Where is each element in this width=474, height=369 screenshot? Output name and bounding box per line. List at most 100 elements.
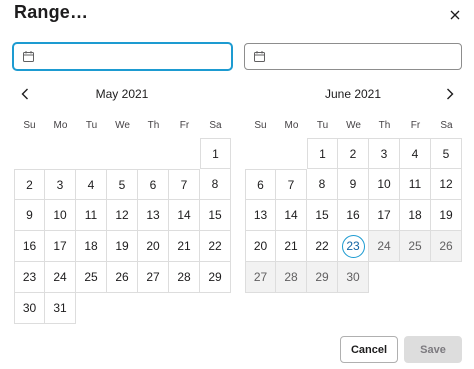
day-cell[interactable]: 19	[431, 200, 462, 231]
day-cell[interactable]: 12	[431, 169, 462, 200]
day-cell[interactable]: 20	[138, 231, 169, 262]
day-cell[interactable]: 3	[45, 169, 76, 200]
day-cell[interactable]: 13	[245, 200, 276, 231]
day-cell[interactable]: 2	[14, 169, 45, 200]
day-cell[interactable]: 5	[107, 169, 138, 200]
weekday-header-june: Su Mo Tu We Th Fr Sa	[245, 120, 462, 131]
day-number: 3	[56, 177, 64, 192]
day-number: 29	[315, 270, 329, 284]
day-number: 9	[26, 208, 33, 222]
day-cell[interactable]: 9	[338, 169, 369, 200]
day-cell[interactable]: 2	[338, 138, 369, 169]
weekday-label: Mo	[284, 120, 299, 131]
cancel-button[interactable]: Cancel	[340, 336, 398, 363]
day-cell: 28	[276, 262, 307, 293]
day-cell[interactable]: 16	[14, 231, 45, 262]
day-number: 14	[284, 208, 298, 222]
end-date-input[interactable]	[265, 49, 461, 64]
day-cell[interactable]: 11	[76, 200, 107, 231]
empty-cell	[14, 138, 45, 169]
day-cell[interactable]: 21	[276, 231, 307, 262]
day-cell[interactable]: 26	[107, 262, 138, 293]
day-cell: 24	[369, 231, 400, 262]
day-cell[interactable]: 7	[169, 169, 200, 200]
day-cell[interactable]: 17	[45, 231, 76, 262]
close-button[interactable]	[446, 6, 464, 24]
day-cell[interactable]: 8	[200, 169, 231, 200]
day-cell[interactable]: 25	[76, 262, 107, 293]
start-date-field[interactable]	[13, 43, 232, 70]
day-number: 10	[53, 208, 67, 222]
day-cell[interactable]: 31	[45, 293, 76, 324]
day-cell[interactable]: 6	[138, 169, 169, 200]
calendar-grid-may: 1 2 3 4 5 6 7 8 9 10 11 12 13 14 15 16 17 18 19 20 21 22 23 24 2…	[14, 138, 231, 324]
day-cell[interactable]: 30	[14, 293, 45, 324]
day-cell: 29	[307, 262, 338, 293]
day-number: 25	[408, 239, 422, 253]
day-cell[interactable]: 4	[76, 169, 107, 200]
day-cell[interactable]: 24	[45, 262, 76, 293]
day-number: 20	[146, 239, 160, 253]
empty-cell	[245, 138, 276, 169]
day-number: 24	[53, 270, 67, 284]
day-cell[interactable]: 18	[400, 200, 431, 231]
day-cell[interactable]: 28	[169, 262, 200, 293]
day-number: 27	[253, 270, 268, 284]
empty-cell	[169, 138, 200, 169]
day-cell[interactable]: 22	[307, 231, 338, 262]
day-cell[interactable]: 12	[107, 200, 138, 231]
save-button[interactable]: Save	[404, 336, 462, 363]
day-number: 23	[341, 234, 365, 258]
day-cell[interactable]: 29	[200, 262, 231, 293]
day-cell[interactable]: 11	[400, 169, 431, 200]
weekday-label: Sa	[209, 120, 222, 131]
weekday-label: Th	[147, 120, 160, 131]
day-number: 6	[149, 177, 157, 192]
day-cell[interactable]: 10	[369, 169, 400, 200]
day-cell[interactable]: 9	[14, 200, 45, 231]
day-cell[interactable]: 4	[400, 138, 431, 169]
day-cell[interactable]: 13	[138, 200, 169, 231]
day-cell[interactable]: 21	[169, 231, 200, 262]
day-number: 11	[408, 177, 422, 191]
day-number: 5	[442, 146, 450, 161]
day-cell[interactable]: 14	[276, 200, 307, 231]
day-cell[interactable]: 1	[200, 138, 231, 169]
day-cell[interactable]: 17	[369, 200, 400, 231]
day-number: 1	[319, 146, 326, 161]
day-number: 28	[284, 270, 298, 284]
next-month-button[interactable]	[442, 85, 458, 103]
end-date-field[interactable]	[244, 43, 462, 70]
day-cell[interactable]: 1	[307, 138, 338, 169]
start-date-input[interactable]	[34, 49, 231, 64]
day-number: 12	[115, 208, 129, 222]
day-cell[interactable]: 14	[169, 200, 200, 231]
close-icon	[450, 10, 460, 20]
day-cell[interactable]: 7	[276, 169, 307, 200]
day-cell[interactable]: 22	[200, 231, 231, 262]
calendar-icon	[254, 51, 265, 62]
day-number: 17	[377, 208, 391, 222]
day-cell[interactable]: 16	[338, 200, 369, 231]
previous-month-button[interactable]	[17, 85, 33, 103]
day-cell[interactable]: 15	[200, 200, 231, 231]
day-cell[interactable]: 19	[107, 231, 138, 262]
day-cell[interactable]: 8	[307, 169, 338, 200]
day-cell[interactable]: 6	[245, 169, 276, 200]
day-cell[interactable]: 15	[307, 200, 338, 231]
day-cell[interactable]: 18	[76, 231, 107, 262]
day-cell[interactable]: 10	[45, 200, 76, 231]
day-number: 21	[284, 239, 298, 253]
weekday-label: Sa	[440, 120, 453, 131]
day-cell[interactable]: 23	[14, 262, 45, 293]
day-cell[interactable]: 20	[245, 231, 276, 262]
day-cell[interactable]: 3	[369, 138, 400, 169]
day-cell: 26	[431, 231, 462, 262]
day-number: 14	[177, 208, 191, 222]
day-number: 12	[439, 177, 453, 191]
day-cell[interactable]: 5	[431, 138, 462, 169]
day-cell-today[interactable]: 23	[338, 231, 369, 262]
chevron-left-icon	[21, 88, 28, 100]
empty-cell	[76, 138, 107, 169]
day-cell[interactable]: 27	[138, 262, 169, 293]
